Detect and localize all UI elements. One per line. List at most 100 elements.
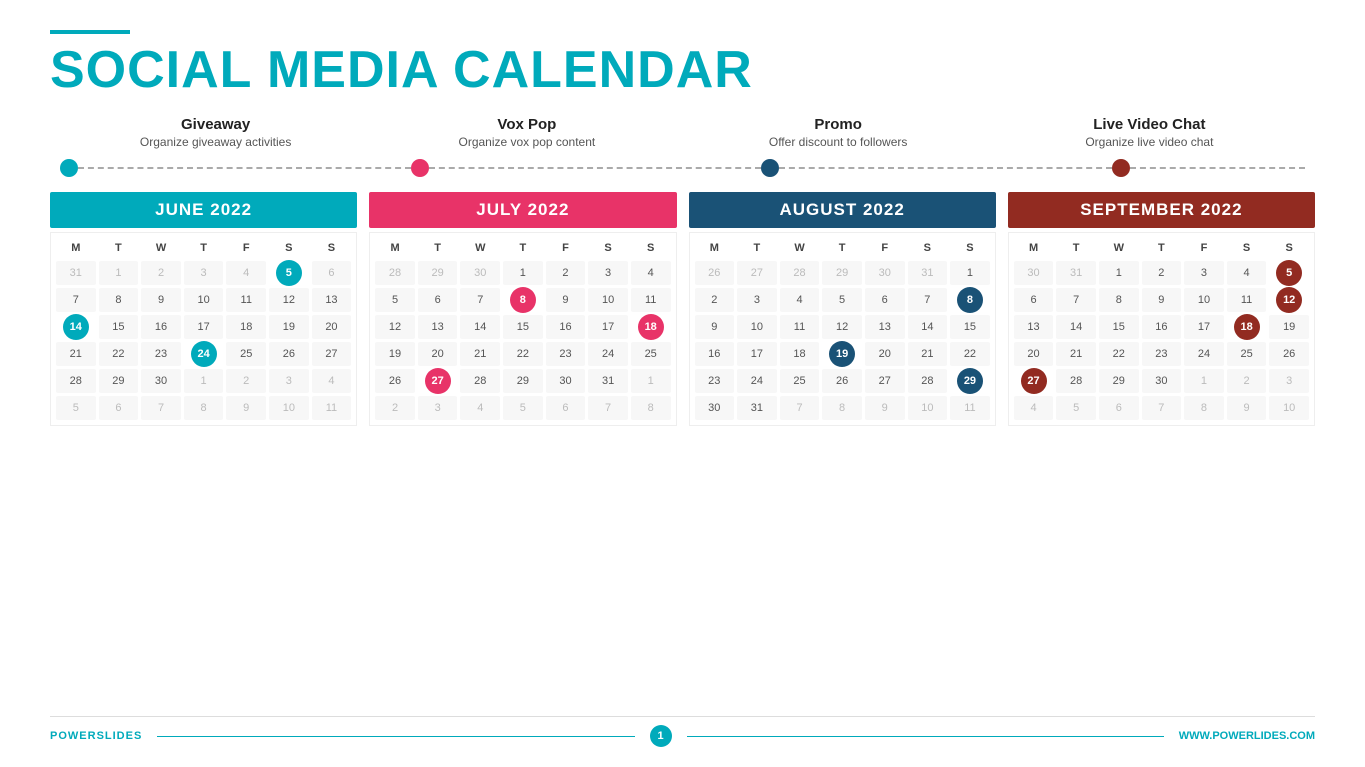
sep-d-5-wrap: 5 (1268, 260, 1310, 286)
aug-d-9: 9 (695, 315, 735, 339)
aug-d-13: 13 (865, 315, 905, 339)
sep-d-26: 26 (1269, 342, 1309, 366)
timeline-dot-blue (60, 159, 78, 177)
aug-d-8: 8 (957, 287, 983, 313)
timeline-line-4 (1130, 167, 1305, 169)
july-d-4post: 4 (460, 396, 500, 420)
sep-d-2post: 2 (1227, 369, 1267, 393)
sep-d-29: 29 (1099, 369, 1139, 393)
aug-d-24: 24 (737, 369, 777, 393)
july-d-16: 16 (546, 315, 586, 339)
sep-d-30: 30 (1014, 261, 1054, 285)
timeline-segment-1 (60, 159, 411, 177)
july-d-4: 4 (631, 261, 671, 285)
june-d-5: 5 (276, 260, 302, 286)
june-grid: M T W T F S S 31 1 2 3 4 5 6 7 (55, 237, 352, 421)
june-d-3post: 3 (269, 369, 309, 393)
sep-dh-s1: S (1226, 237, 1268, 259)
september-header: SEPTEMBER 2022 (1008, 192, 1315, 228)
aug-d-30: 30 (865, 261, 905, 285)
sep-d-6: 6 (1014, 288, 1054, 312)
june-d-7post: 7 (141, 396, 181, 420)
sep-d-27-wrap: 27 (1013, 368, 1055, 394)
aug-dh-f: F (864, 237, 906, 259)
july-d-5post: 5 (503, 396, 543, 420)
june-d-14: 14 (63, 314, 89, 340)
june-d-25: 25 (226, 342, 266, 366)
sep-d-12-wrap: 12 (1268, 287, 1310, 313)
aug-dh-s2: S (949, 237, 991, 259)
sep-dh-s2: S (1268, 237, 1310, 259)
june-d-6: 6 (312, 261, 352, 285)
july-d-17: 17 (588, 315, 628, 339)
july-d-28b: 28 (460, 369, 500, 393)
aug-d-23: 23 (695, 369, 735, 393)
sep-d-3post: 3 (1269, 369, 1309, 393)
june-d-23: 23 (141, 342, 181, 366)
sep-d-4post: 4 (1014, 396, 1054, 420)
aug-d-1: 1 (950, 261, 990, 285)
timeline-segment-2 (411, 159, 762, 177)
category-promo-desc: Offer discount to followers (683, 135, 994, 149)
aug-d-19-wrap: 19 (821, 341, 863, 367)
sep-d-1: 1 (1099, 261, 1139, 285)
june-d-9post: 9 (226, 396, 266, 420)
july-d-30b: 30 (546, 369, 586, 393)
aug-dh-w: W (779, 237, 821, 259)
july-grid: M T W T F S S 28 29 30 1 2 3 4 5 (374, 237, 671, 421)
june-d-2pre: 2 (141, 261, 181, 285)
july-d-23: 23 (546, 342, 586, 366)
july-d-12: 12 (375, 315, 415, 339)
july-d-5: 5 (375, 288, 415, 312)
june-d-4post: 4 (312, 369, 352, 393)
sep-d-10post: 10 (1269, 396, 1309, 420)
category-giveaway-desc: Organize giveaway activities (60, 135, 371, 149)
aug-d-17: 17 (737, 342, 777, 366)
aug-d-3: 3 (737, 288, 777, 312)
sep-d-19: 19 (1269, 315, 1309, 339)
june-d-1post: 1 (184, 369, 224, 393)
timeline-dot-dark-red (1112, 159, 1130, 177)
july-dh-t2: T (502, 237, 544, 259)
category-giveaway-name: Giveaway (60, 116, 371, 133)
aug-d-5: 5 (822, 288, 862, 312)
july-d-7post: 7 (588, 396, 628, 420)
june-d-26: 26 (269, 342, 309, 366)
july-grid-wrapper: M T W T F S S 28 29 30 1 2 3 4 5 (369, 232, 676, 426)
footer-brand-black: POWER (50, 730, 97, 742)
footer: POWERSLIDES 1 WWW.POWERLIDES.COM (50, 716, 1315, 747)
june-d-15: 15 (99, 315, 139, 339)
june-d-14-wrap: 14 (55, 314, 97, 340)
footer-website: WWW.POWERLIDES.COM (1179, 730, 1315, 742)
july-d-31: 31 (588, 369, 628, 393)
july-d-21: 21 (460, 342, 500, 366)
september-grid: M T W T F S S 30 31 1 2 3 4 5 6 (1013, 237, 1310, 421)
title-black: SOCIAL MEDIA (50, 41, 453, 99)
sep-dh-t1: T (1055, 237, 1097, 259)
category-voxpop-name: Vox Pop (371, 116, 682, 133)
june-d-29: 29 (99, 369, 139, 393)
footer-brand-cyan: SLIDES (97, 730, 143, 742)
sep-d-27: 27 (1021, 368, 1047, 394)
category-row: Giveaway Organize giveaway activities Vo… (50, 116, 1315, 149)
july-d-9: 9 (546, 288, 586, 312)
sep-d-12: 12 (1276, 287, 1302, 313)
august-grid: M T W T F S S 26 27 28 29 30 31 1 2 (694, 237, 991, 421)
header-accent-line (50, 30, 130, 34)
june-d-12: 12 (269, 288, 309, 312)
sep-d-17: 17 (1184, 315, 1224, 339)
sep-d-8post: 8 (1184, 396, 1224, 420)
june-dh-f: F (225, 237, 267, 259)
july-d-29: 29 (418, 261, 458, 285)
july-d-13: 13 (418, 315, 458, 339)
aug-d-29: 29 (957, 368, 983, 394)
aug-d-21: 21 (908, 342, 948, 366)
title-cyan: CALENDAR (453, 41, 753, 99)
aug-d-29: 29 (822, 261, 862, 285)
aug-d-28b: 28 (908, 369, 948, 393)
aug-d-10: 10 (737, 315, 777, 339)
aug-dh-t2: T (821, 237, 863, 259)
june-d-4pre: 4 (226, 261, 266, 285)
sep-d-25: 25 (1227, 342, 1267, 366)
july-d-8post: 8 (631, 396, 671, 420)
